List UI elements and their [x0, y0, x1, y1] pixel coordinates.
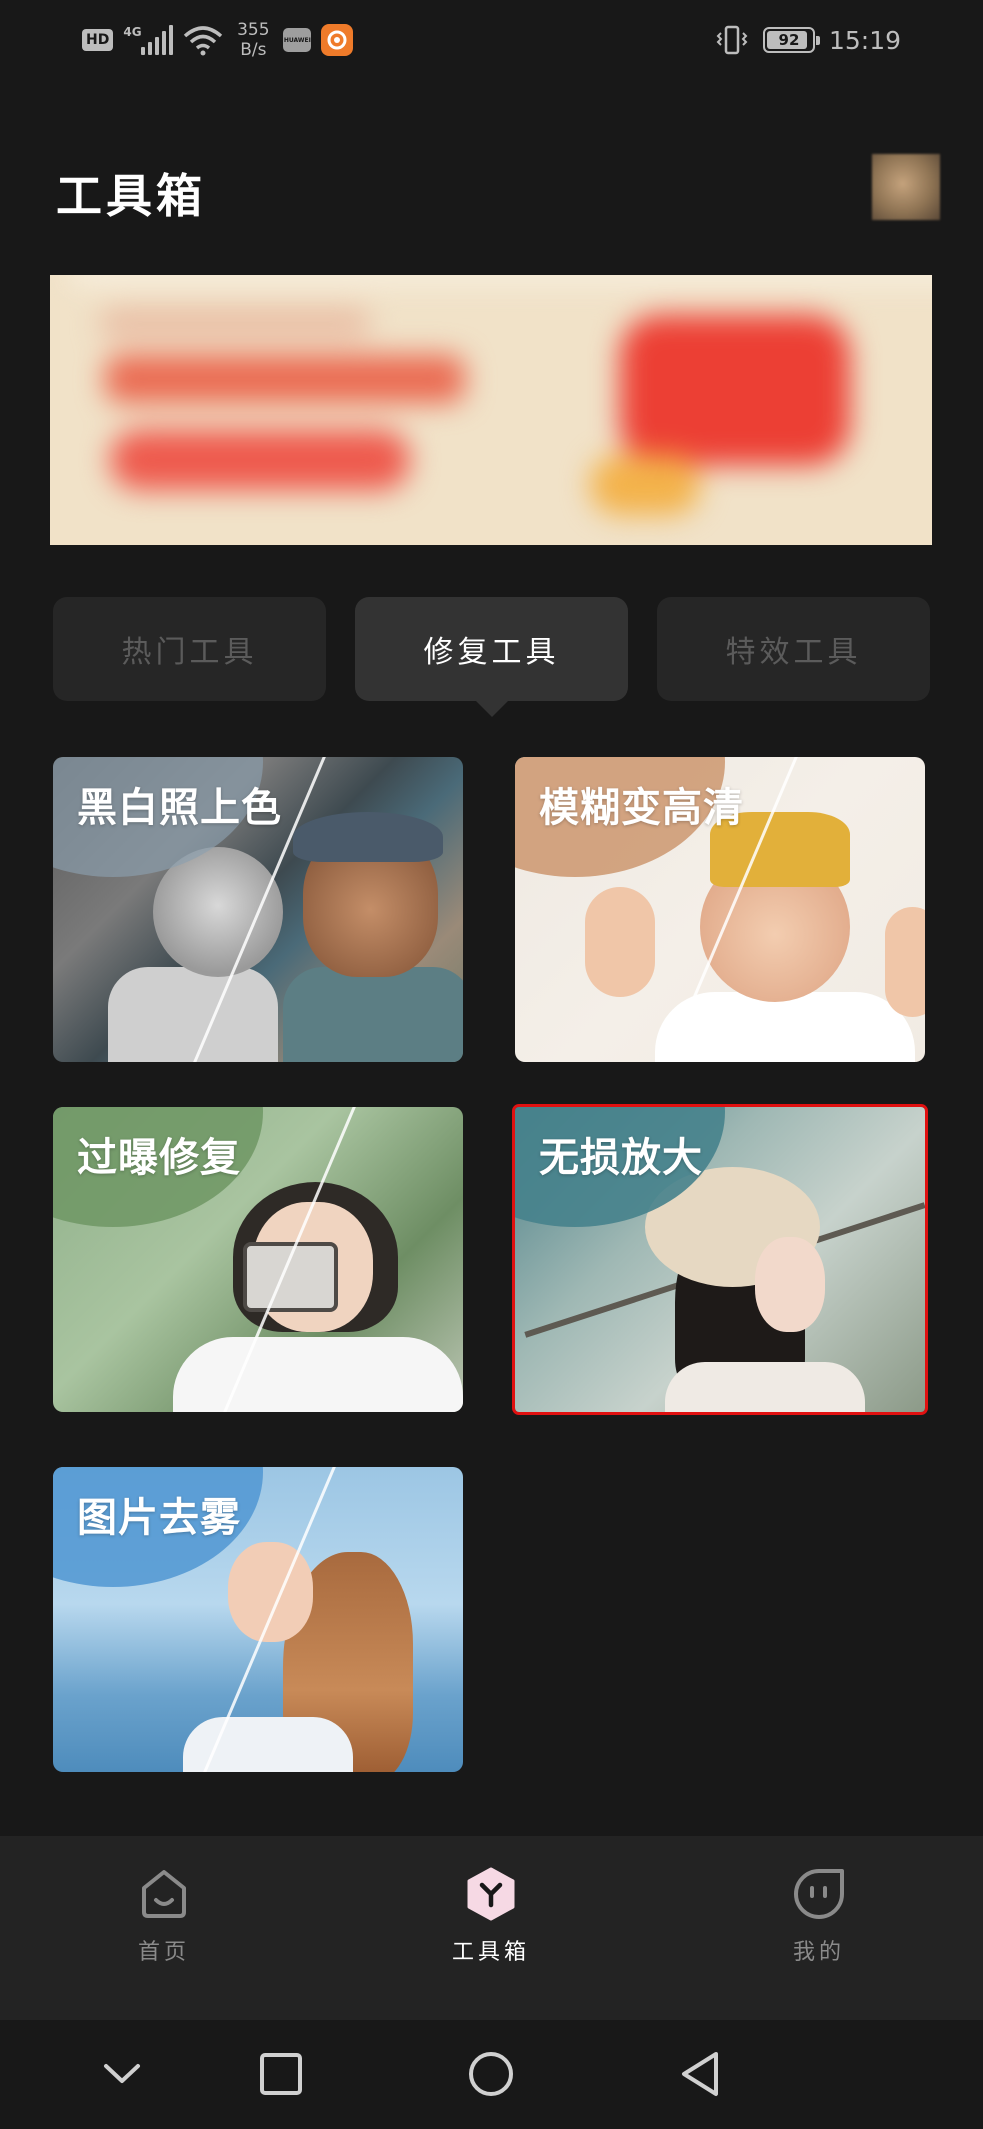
tool-card-label: 图片去雾 [77, 1496, 241, 1540]
app-notification-icon [321, 24, 354, 56]
nav-item-home[interactable]: 首页 [84, 1866, 244, 1996]
nav-label: 首页 [137, 1940, 190, 1965]
hd-badge: HD [82, 29, 114, 51]
tool-card-label: 过曝修复 [77, 1136, 241, 1180]
avatar[interactable] [872, 154, 940, 220]
tab-repair-tools[interactable]: 修复工具 [355, 597, 628, 717]
home-icon [142, 1870, 186, 1918]
home-circle-icon[interactable] [465, 2048, 517, 2100]
nav-label: 工具箱 [451, 1940, 530, 1965]
vibrate-icon [716, 25, 748, 55]
tool-card-overexposure-fix[interactable]: 过曝修复 [53, 1107, 463, 1412]
tool-card-deblur[interactable]: 模糊变高清 [515, 757, 925, 1062]
promo-banner[interactable] [50, 275, 932, 545]
nav-item-profile[interactable]: 我的 [739, 1866, 899, 1996]
status-bar: HD 4G 355 B/s HUAWEI 92 15:19 [0, 0, 983, 80]
nav-item-toolbox[interactable]: 工具箱 [411, 1866, 571, 1996]
recents-square-icon[interactable] [255, 2048, 307, 2100]
network-speed-unit: B/s [240, 40, 267, 60]
battery-icon: 92 [762, 27, 820, 53]
tool-card-colorize[interactable]: 黑白照上色 [53, 757, 463, 1062]
clock: 15:19 [828, 25, 901, 55]
tool-card-dehaze[interactable]: 图片去雾 [53, 1467, 463, 1772]
app-screen: HD 4G 355 B/s HUAWEI 92 15:19 工具箱 热门工具 修… [0, 0, 983, 2129]
wifi-icon [184, 26, 223, 56]
system-nav-bar [0, 2020, 983, 2129]
page-title: 工具箱 [56, 169, 206, 223]
network-type: 4G [123, 25, 142, 39]
status-bar-right: 92 15:19 [715, 18, 901, 62]
bottom-nav: 首页 工具箱 我的 [0, 1836, 983, 2020]
category-tabs: 热门工具 修复工具 特效工具 [53, 597, 930, 717]
nav-label: 我的 [792, 1940, 845, 1965]
network-speed-value: 355 [237, 20, 270, 40]
battery-level: 92 [778, 31, 800, 49]
huawei-notification-icon: HUAWEI [283, 28, 312, 52]
tool-card-label: 模糊变高清 [539, 786, 744, 830]
tool-card-label: 黑白照上色 [77, 786, 282, 830]
chevron-down-icon[interactable] [96, 2048, 148, 2100]
tool-card-label: 无损放大 [539, 1136, 703, 1180]
cellular-signal-icon: 4G [123, 25, 174, 55]
tool-card-lossless-upscale[interactable]: 无损放大 [512, 1104, 928, 1415]
tab-hot-tools[interactable]: 热门工具 [53, 597, 326, 701]
profile-icon [794, 1869, 844, 1919]
banner-image [50, 275, 932, 545]
network-speed: 355 B/s [233, 20, 273, 60]
tab-effect-tools[interactable]: 特效工具 [657, 597, 930, 701]
back-triangle-icon[interactable] [674, 2048, 726, 2100]
status-bar-left: HD 4G 355 B/s HUAWEI [82, 18, 354, 62]
toolbox-icon [467, 1867, 515, 1921]
